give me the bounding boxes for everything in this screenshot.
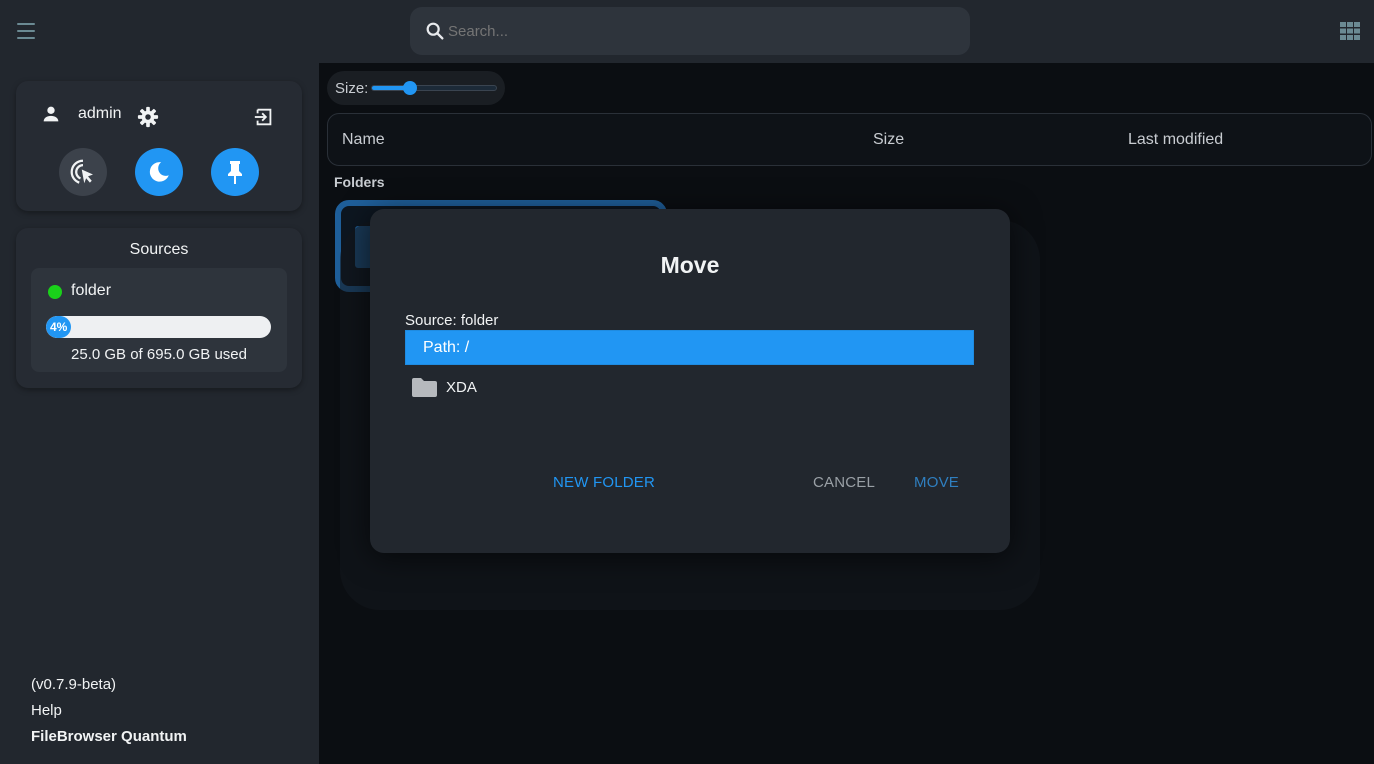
search-input[interactable] [448, 22, 948, 40]
cancel-button[interactable]: CANCEL [813, 474, 875, 491]
search-icon [426, 22, 444, 40]
usage-bar: 4% [46, 316, 271, 338]
sources-card: Sources folder 4% 25.0 GB of 695.0 GB us… [16, 228, 302, 388]
user-name: admin [78, 105, 122, 122]
pin-button[interactable] [211, 148, 259, 196]
new-folder-button[interactable]: NEW FOLDER [553, 474, 655, 491]
sources-title: Sources [129, 241, 189, 258]
grid-view-icon[interactable] [1340, 22, 1360, 40]
dark-mode-icon [149, 162, 169, 182]
column-last-modified[interactable]: Last modified [1128, 131, 1223, 149]
source-item[interactable]: folder 4% 25.0 GB of 695.0 GB used [31, 268, 287, 372]
user-card: admin [16, 81, 302, 211]
column-header: Name Size Last modified [327, 113, 1372, 166]
move-button[interactable]: MOVE [914, 474, 959, 491]
help-link[interactable]: Help [31, 701, 187, 727]
source-usage-text: 25.0 GB of 695.0 GB used [71, 346, 247, 363]
path-bar[interactable]: Path: / [405, 330, 974, 365]
brand-link[interactable]: FileBrowser Quantum [31, 727, 187, 753]
source-name: folder [71, 282, 112, 299]
person-icon [43, 106, 59, 122]
dialog-title: Move [660, 252, 720, 278]
size-slider[interactable] [371, 81, 498, 95]
folder-icon [412, 378, 437, 397]
column-name[interactable]: Name [342, 131, 385, 149]
logout-icon[interactable] [253, 106, 275, 128]
pointer-click-button[interactable] [59, 148, 107, 196]
user-info[interactable]: admin [40, 103, 122, 125]
folders-section-label: Folders [334, 174, 385, 190]
search-bar[interactable] [410, 7, 970, 55]
column-size[interactable]: Size [873, 131, 904, 149]
dialog-source: Source: folder [405, 312, 499, 329]
gear-icon[interactable] [137, 106, 159, 128]
menu-icon[interactable] [14, 19, 40, 43]
dark-mode-button[interactable] [135, 148, 183, 196]
folder-list-item[interactable]: XDA [412, 376, 477, 398]
size-label: Size: [335, 79, 369, 97]
top-bar [0, 0, 1374, 63]
folder-name: XDA [446, 378, 477, 396]
size-control: Size: [327, 71, 505, 105]
usage-bar-fill: 4% [46, 316, 71, 338]
version-text: (v0.7.9-beta) [31, 676, 117, 693]
size-slider-thumb[interactable] [403, 81, 418, 95]
pin-icon [228, 161, 242, 184]
sidebar: admin Sources folder 4% 25.0 GB of 695.0… [0, 63, 319, 764]
pointer-click-icon [70, 159, 93, 184]
source-status-dot [48, 285, 62, 299]
move-dialog: Move Source: folder Path: / XDA NEW FOLD… [370, 209, 1010, 553]
sidebar-footer: (v0.7.9-beta) Help FileBrowser Quantum [31, 675, 187, 753]
